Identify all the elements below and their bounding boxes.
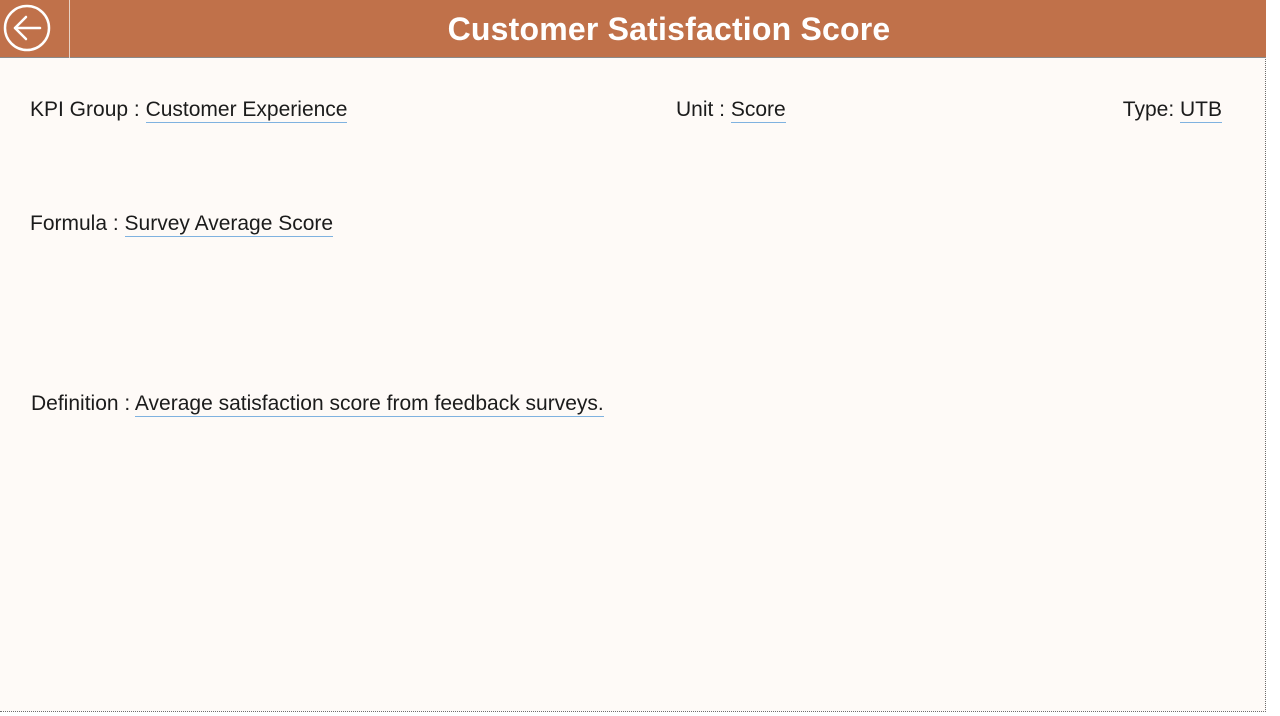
definition-field: Definition : Average satisfaction score …	[31, 392, 604, 417]
type-field: Type: UTB	[1122, 98, 1222, 123]
kpi-group-value: Customer Experience	[145, 98, 348, 123]
unit-label: Unit :	[676, 98, 731, 121]
header-bar: Customer Satisfaction Score	[0, 0, 1266, 58]
definition-value: Average satisfaction score from feedback…	[134, 392, 604, 417]
kpi-group-field: KPI Group : Customer Experience	[30, 98, 348, 123]
page-title: Customer Satisfaction Score	[447, 11, 891, 47]
formula-field: Formula : Survey Average Score	[30, 212, 334, 237]
kpi-group-label: KPI Group :	[30, 98, 146, 121]
unit-field: Unit : Score	[676, 98, 786, 123]
definition-label: Definition :	[31, 392, 135, 415]
back-button[interactable]	[0, 0, 70, 58]
unit-value: Score	[730, 98, 786, 123]
arrow-left-circle-icon	[3, 4, 51, 52]
formula-value: Survey Average Score	[124, 212, 334, 237]
type-value: UTB	[1180, 98, 1222, 123]
type-label: Type:	[1122, 98, 1180, 121]
formula-label: Formula :	[30, 212, 125, 235]
kpi-definition-page: Customer Satisfaction Score KPI Group : …	[0, 0, 1266, 712]
